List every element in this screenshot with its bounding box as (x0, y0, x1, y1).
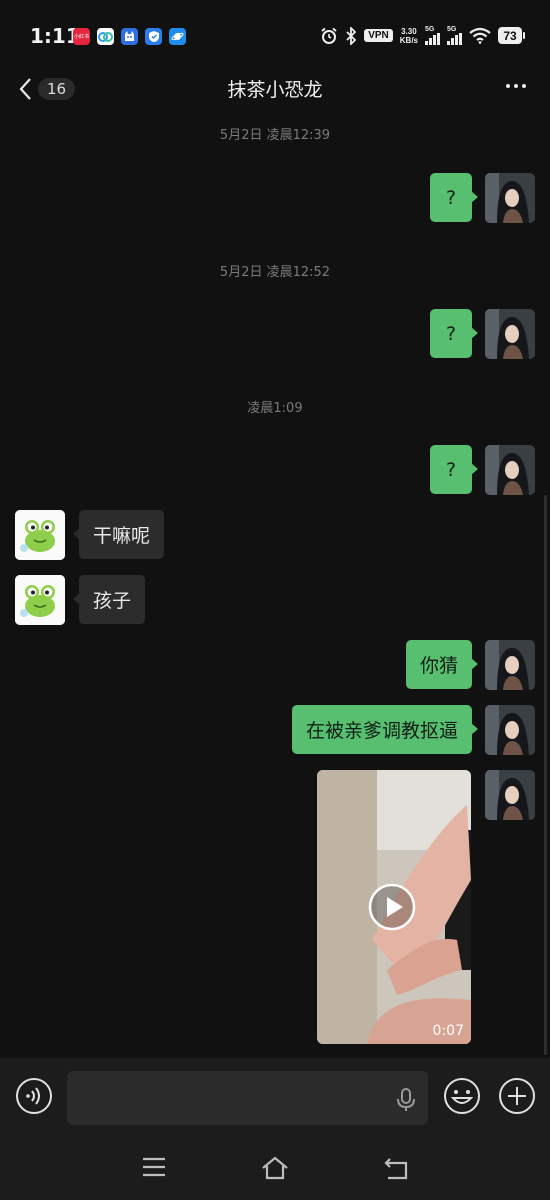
notification-app-icons: 小红书 (73, 28, 186, 45)
scrollbar[interactable] (544, 495, 547, 1055)
wifi-icon (469, 27, 491, 44)
my-avatar[interactable] (485, 640, 535, 690)
vpn-badge: VPN (364, 29, 393, 42)
voice-input-button[interactable] (15, 1077, 53, 1115)
timestamp: 凌晨1:09 (247, 401, 303, 416)
microphone-icon[interactable] (396, 1088, 416, 1112)
my-avatar[interactable] (485, 309, 535, 359)
back-nav-icon[interactable] (384, 1156, 410, 1180)
input-bar (0, 1058, 550, 1140)
my-avatar[interactable] (485, 173, 535, 223)
alarm-icon (321, 27, 337, 44)
sim2-signal-icon: 5G (447, 26, 462, 45)
my-avatar[interactable] (485, 705, 535, 755)
more-options-button[interactable] (506, 84, 526, 88)
message-bubble[interactable]: 干嘛呢 (72, 510, 165, 559)
sim1-signal-icon: 5G (425, 26, 440, 45)
message-bubble[interactable]: ? (430, 309, 478, 358)
battery-icon: 73 (498, 27, 525, 44)
more-functions-button[interactable] (498, 1077, 536, 1115)
message-bubble[interactable]: ? (430, 445, 478, 494)
video-message[interactable]: 0:07 (317, 770, 471, 1044)
menu-icon[interactable] (142, 1156, 166, 1178)
timestamp: 5月2日 凌晨12:52 (219, 265, 331, 280)
shield-app-icon (145, 28, 162, 45)
message-bubble[interactable]: 孩子 (72, 575, 146, 624)
my-avatar[interactable] (485, 445, 535, 495)
status-indicators: VPN 3.30 KB/s 5G 5G 73 (320, 26, 525, 45)
play-icon[interactable] (368, 883, 416, 931)
message-bubble[interactable]: ? (430, 173, 478, 222)
system-navigation-bar (0, 1140, 550, 1200)
bluetooth-icon (346, 26, 357, 45)
contact-avatar[interactable] (15, 510, 65, 560)
contact-avatar[interactable] (15, 575, 65, 625)
my-avatar[interactable] (485, 770, 535, 820)
message-input[interactable] (67, 1071, 428, 1125)
xiaohongshu-app-icon: 小红书 (73, 28, 90, 45)
video-duration: 0:07 (432, 1023, 464, 1039)
home-icon[interactable] (261, 1156, 289, 1180)
message-bubble[interactable]: 在被亲爹调教抠逼 (291, 705, 479, 754)
timestamp: 5月2日 凌晨12:39 (219, 128, 331, 143)
baidu-netdisk-app-icon (97, 28, 114, 45)
message-bubble[interactable]: 你猜 (405, 640, 479, 689)
planet-app-icon (169, 28, 186, 45)
network-speed: 3.30 KB/s (399, 26, 418, 45)
cat-app-icon (121, 28, 138, 45)
chat-title: 抹茶小恐龙 (227, 79, 323, 101)
emoji-button[interactable] (443, 1077, 481, 1115)
status-bar: 1:11 小红书 VPN 3.30 KB/s 5G 5G 73 (0, 0, 550, 76)
